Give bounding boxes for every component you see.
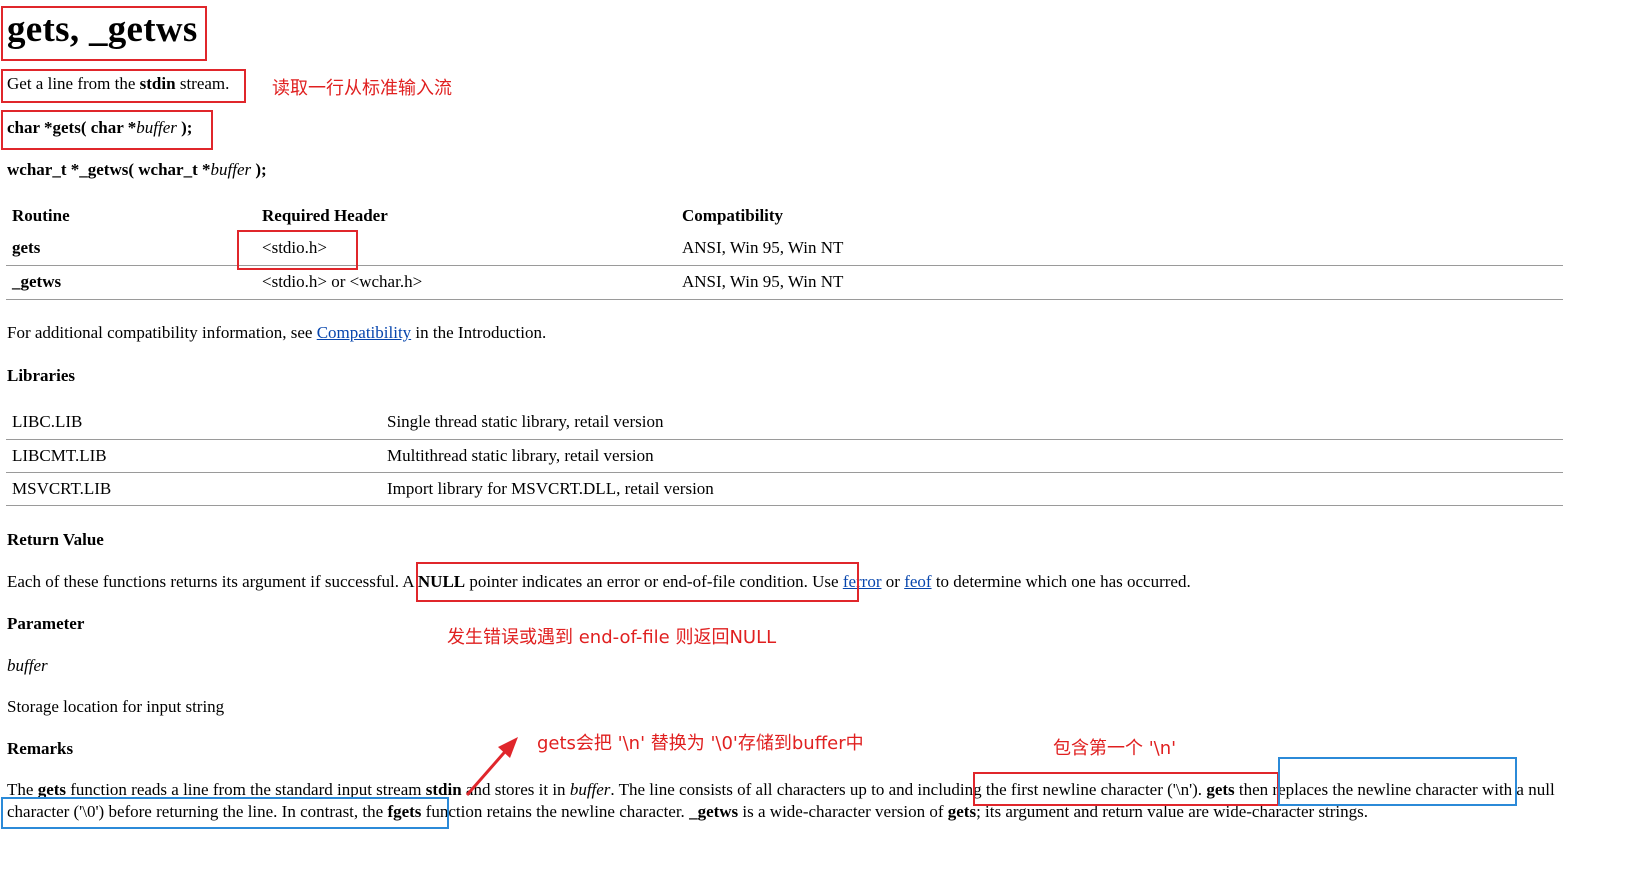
annotation-arrow-icon (465, 737, 518, 796)
